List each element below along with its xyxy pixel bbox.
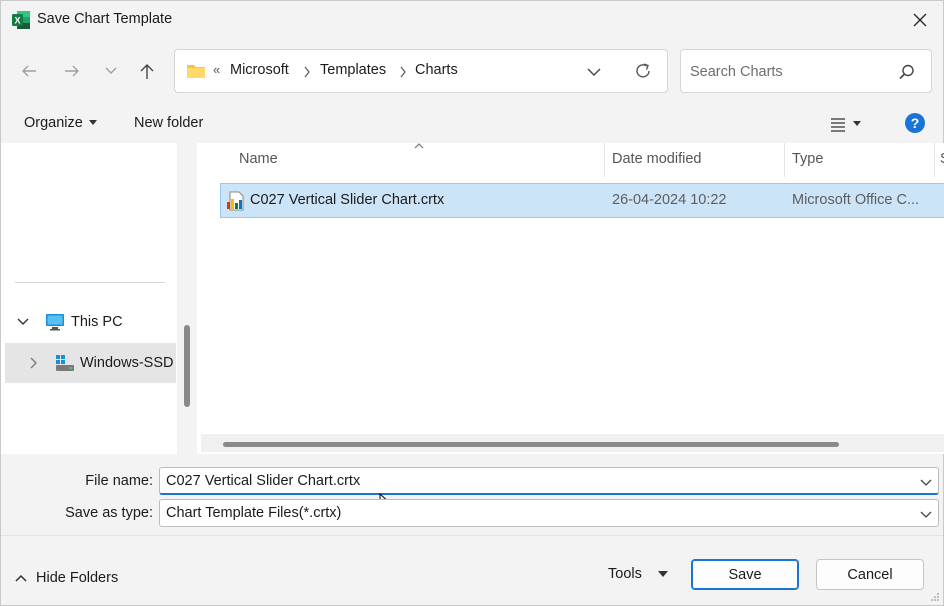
file-type: Microsoft Office C... <box>792 192 920 208</box>
nav-scrollbar[interactable] <box>177 143 197 454</box>
excel-icon: X <box>12 11 30 29</box>
breadcrumb-microsoft[interactable]: Microsoft <box>230 62 289 78</box>
chart-template-file-icon <box>227 191 244 211</box>
chevron-down-icon[interactable] <box>920 476 932 488</box>
search-icon[interactable] <box>898 63 916 81</box>
column-header-date-modified[interactable]: Date modified <box>612 151 701 167</box>
help-icon[interactable]: ? <box>905 113 925 133</box>
file-name: C027 Vertical Slider Chart.crtx <box>250 192 445 208</box>
chevron-down-icon[interactable] <box>920 508 932 520</box>
search-box[interactable] <box>680 49 932 93</box>
tree-item-windows-ssd-content[interactable]: Windows-SSD <box>29 354 173 372</box>
chevron-right-icon[interactable] <box>399 66 407 78</box>
caret-down-icon <box>657 571 668 577</box>
close-button[interactable] <box>897 1 943 39</box>
horizontal-scrollbar-thumb[interactable] <box>223 442 839 447</box>
arrow-up-icon <box>140 64 154 79</box>
file-row[interactable]: C027 Vertical Slider Chart.crtx 26-04-20… <box>220 183 944 218</box>
recent-locations-button[interactable] <box>97 57 125 85</box>
resize-grip-icon[interactable] <box>930 592 940 602</box>
nav-scrollbar-thumb[interactable] <box>184 325 190 407</box>
tree-label-windows-ssd: Windows-SSD <box>80 355 174 371</box>
window-title: Save Chart Template <box>37 11 173 27</box>
new-folder-button[interactable]: New folder <box>134 115 203 131</box>
address-overflow[interactable]: « <box>213 62 220 77</box>
hide-folders-label: Hide Folders <box>36 570 119 586</box>
file-name-field[interactable]: C027 Vertical Slider Chart.crtx <box>159 467 939 495</box>
chevron-right-icon[interactable] <box>303 66 311 78</box>
organize-button[interactable]: Organize <box>24 115 97 131</box>
refresh-icon[interactable] <box>633 61 653 81</box>
search-input[interactable] <box>690 61 890 83</box>
tree-item-this-pc[interactable]: This PC <box>17 313 123 331</box>
caret-down-icon <box>88 120 97 125</box>
horizontal-scrollbar[interactable] <box>201 434 944 452</box>
column-header-name[interactable]: Name <box>239 151 278 167</box>
column-header-size[interactable]: S <box>940 151 944 167</box>
tools-button[interactable]: Tools <box>608 566 668 582</box>
file-list-pane: Name Date modified Type S C027 Vertical … <box>197 143 944 454</box>
title-bar: X Save Chart Template <box>1 1 943 39</box>
hide-folders-button[interactable]: Hide Folders <box>15 570 118 586</box>
drive-icon <box>56 355 74 371</box>
list-view-icon <box>831 118 845 132</box>
computer-icon <box>46 314 64 331</box>
nav-divider <box>15 282 165 283</box>
close-icon <box>913 13 927 27</box>
save-as-type-select[interactable]: Chart Template Files(*.crtx) <box>159 499 939 527</box>
save-as-type-label: Save as type: <box>65 505 153 521</box>
back-button[interactable] <box>15 57 43 85</box>
breadcrumb-charts[interactable]: Charts <box>415 62 458 78</box>
forward-button[interactable] <box>58 57 86 85</box>
navigation-pane: This PC Windows-SSD <box>1 143 197 454</box>
address-bar[interactable]: « Microsoft Templates Charts <box>174 49 668 93</box>
column-divider[interactable] <box>784 143 785 177</box>
column-divider[interactable] <box>934 143 935 177</box>
column-divider[interactable] <box>604 143 605 177</box>
arrow-left-icon <box>22 65 36 77</box>
sort-ascending-icon <box>414 143 424 149</box>
tools-label: Tools <box>608 566 642 582</box>
file-date-modified: 26-04-2024 10:22 <box>612 192 727 208</box>
chevron-down-icon <box>105 67 117 74</box>
column-header-type[interactable]: Type <box>792 151 823 167</box>
organize-label: Organize <box>24 115 83 131</box>
up-button[interactable] <box>133 57 161 85</box>
breadcrumb-templates[interactable]: Templates <box>320 62 386 78</box>
view-options-button[interactable] <box>827 113 873 135</box>
tree-label-this-pc: This PC <box>71 314 123 330</box>
svg-text:X: X <box>14 16 20 26</box>
chevron-up-icon <box>15 574 27 582</box>
chevron-right-icon[interactable] <box>29 357 39 369</box>
file-name-value[interactable]: C027 Vertical Slider Chart.crtx <box>166 473 360 489</box>
save-as-type-value: Chart Template Files(*.crtx) <box>166 505 342 521</box>
folder-icon <box>187 65 205 78</box>
save-dialog-window: X Save Chart Template « Microsoft Templa… <box>0 0 944 606</box>
footer-divider <box>1 535 943 536</box>
cancel-button[interactable]: Cancel <box>816 559 924 590</box>
arrow-right-icon <box>65 65 79 77</box>
chevron-down-icon[interactable] <box>17 317 29 327</box>
caret-down-icon <box>853 121 861 126</box>
chevron-down-icon[interactable] <box>586 64 602 80</box>
save-button[interactable]: Save <box>691 559 799 590</box>
file-name-label: File name: <box>85 473 153 489</box>
